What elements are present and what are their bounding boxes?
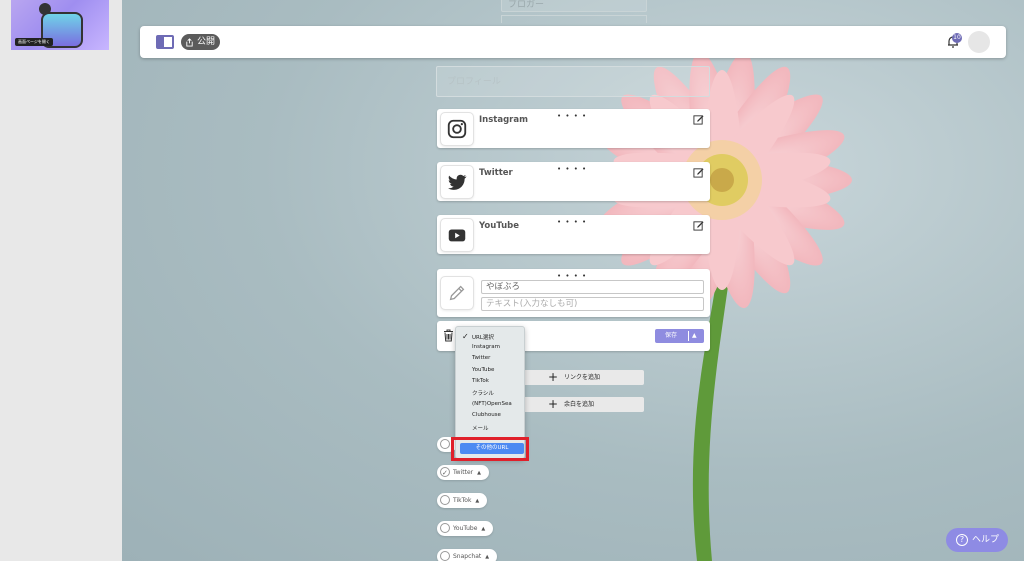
- plus-icon: +: [548, 370, 559, 384]
- sns-toggle-label: Snapchat: [453, 553, 482, 560]
- link-title-input[interactable]: やぼぶろ: [481, 280, 704, 294]
- caret-up-icon[interactable]: ▲: [485, 554, 489, 560]
- dropdown-option[interactable]: Clubhouse: [472, 412, 501, 418]
- caret-up-icon[interactable]: ▲: [481, 526, 485, 532]
- edit-icon[interactable]: [693, 220, 704, 231]
- drag-handle[interactable]: • • • •: [557, 218, 587, 226]
- sns-toggle-twitter[interactable]: Twitter▲: [437, 465, 489, 481]
- caret-up-icon[interactable]: ▲: [692, 329, 697, 343]
- youtube-icon-box: [441, 219, 473, 251]
- sns-toggle-label: Twitter: [453, 469, 474, 476]
- add-link-label: リンクを追加: [564, 374, 601, 381]
- sns-toggle-youtube[interactable]: YouTube ▲: [437, 521, 494, 536]
- youtube-icon: [448, 229, 466, 242]
- sns-checkbox[interactable]: [440, 551, 450, 561]
- twitter-icon-box: [441, 166, 473, 198]
- top-bar: 公開 10: [140, 26, 1006, 58]
- add-link-button[interactable]: + リンクを追加: [518, 370, 644, 385]
- add-space-button[interactable]: + 余白を追加: [518, 397, 644, 412]
- help-button[interactable]: ? ヘルプ: [946, 528, 1008, 552]
- trash-icon[interactable]: [443, 329, 454, 342]
- dropdown-option[interactable]: URL選択: [472, 333, 494, 341]
- drag-handle[interactable]: • • • •: [557, 112, 587, 120]
- sns-toggle-label: TikTok: [453, 497, 472, 504]
- field-border: [501, 15, 647, 23]
- pen-icon-box: [441, 277, 473, 309]
- occupation-field[interactable]: ブロガー: [501, 0, 647, 12]
- edit-icon[interactable]: [693, 114, 704, 125]
- link-text-input[interactable]: テキスト(入力なしも可): [481, 297, 704, 311]
- layout-toggle-icon[interactable]: [156, 35, 174, 49]
- user-avatar[interactable]: [968, 31, 990, 53]
- dropdown-option[interactable]: TikTok: [472, 378, 489, 384]
- button-separator: [688, 331, 689, 341]
- annotation-highlight-box: [451, 437, 529, 461]
- left-sidebar: 画面ページを開く: [0, 0, 122, 561]
- dropdown-option[interactable]: Instagram: [472, 344, 500, 350]
- dropdown-option[interactable]: (NFT)OpenSea: [472, 401, 512, 407]
- question-icon: ?: [956, 534, 968, 546]
- link-name: YouTube: [479, 221, 520, 231]
- publish-button[interactable]: 公開: [181, 34, 221, 50]
- instagram-icon-box: [441, 113, 473, 145]
- link-card-custom[interactable]: • • • • やぼぶろ テキスト(入力なしも可): [437, 269, 710, 317]
- pen-icon: [449, 285, 465, 301]
- instagram-icon: [447, 119, 467, 139]
- share-icon: [186, 37, 193, 47]
- link-card-instagram[interactable]: Instagram • • • •: [437, 109, 710, 148]
- sns-toggle-snapchat[interactable]: Snapchat ▲: [437, 549, 498, 561]
- sns-checkbox[interactable]: [440, 495, 450, 505]
- sns-checkbox[interactable]: [440, 466, 450, 481]
- save-button[interactable]: 保存 ▲: [655, 329, 704, 343]
- dropdown-option[interactable]: Twitter: [472, 355, 490, 361]
- page-thumbnail[interactable]: 画面ページを開く: [11, 0, 109, 50]
- save-label: 保存: [665, 332, 678, 339]
- dropdown-option[interactable]: メール: [472, 424, 489, 432]
- link-name: Twitter: [479, 168, 513, 178]
- caret-up-icon[interactable]: ▲: [475, 498, 479, 504]
- twitter-icon: [448, 174, 467, 190]
- link-name: Instagram: [479, 115, 528, 125]
- publish-label: 公開: [197, 37, 216, 47]
- drag-handle[interactable]: • • • •: [557, 272, 587, 280]
- drag-handle[interactable]: • • • •: [557, 165, 587, 173]
- add-space-label: 余白を追加: [564, 401, 595, 408]
- caret-up-icon[interactable]: ▲: [477, 470, 481, 476]
- link-card-youtube[interactable]: YouTube • • • •: [437, 215, 710, 254]
- plus-icon: +: [548, 397, 559, 411]
- link-card-twitter[interactable]: Twitter • • • •: [437, 162, 710, 201]
- help-label: ヘルプ: [972, 535, 1000, 545]
- thumbnail-badge: 画面ページを開く: [15, 38, 53, 46]
- sns-toggle-tiktok[interactable]: TikTok ▲: [437, 493, 488, 508]
- sns-checkbox[interactable]: [440, 439, 450, 449]
- check-icon: ✓: [462, 332, 469, 341]
- sns-checkbox[interactable]: [440, 523, 450, 533]
- dropdown-option[interactable]: クラシル: [472, 389, 494, 397]
- edit-icon[interactable]: [693, 167, 704, 178]
- sns-toggle-label: YouTube: [453, 525, 478, 532]
- notification-count-badge: 10: [952, 33, 962, 43]
- dropdown-option[interactable]: YouTube: [472, 367, 494, 373]
- profile-field[interactable]: プロフィール: [436, 66, 710, 97]
